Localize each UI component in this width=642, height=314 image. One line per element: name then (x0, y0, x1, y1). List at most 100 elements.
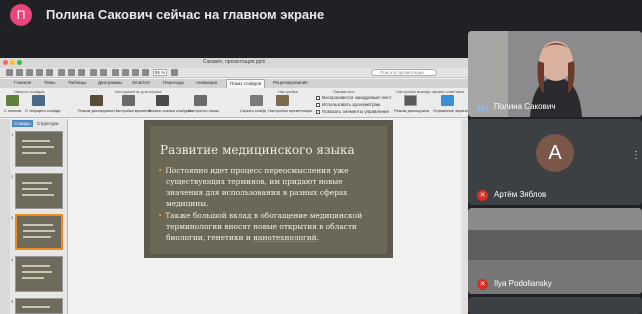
new-icon[interactable] (6, 69, 13, 76)
group-label: Параметры (333, 89, 355, 94)
redo-icon[interactable] (100, 69, 107, 76)
paste-icon[interactable] (78, 69, 85, 76)
slide-thumbnail[interactable] (15, 256, 63, 292)
thumb-text-line (22, 188, 48, 190)
thumb-number: 5 (11, 299, 14, 304)
bullet-line: медицины. (166, 199, 209, 208)
thumb-text-line (22, 194, 54, 196)
tab-outline[interactable]: Структура (35, 120, 60, 127)
record-icon[interactable] (156, 95, 169, 106)
grid-icon[interactable] (16, 69, 23, 76)
thumb-text-line (22, 146, 54, 148)
sidebar-strip (0, 119, 10, 314)
from-start-icon[interactable] (6, 95, 19, 106)
presenter-mode-icon[interactable] (90, 95, 103, 106)
custom-show-label: Настроить показ (188, 108, 219, 113)
tab-tables[interactable]: Таблицы (68, 80, 86, 85)
timings-label: Использовать хронометраж (322, 102, 380, 107)
media-icon[interactable] (142, 69, 149, 76)
thumb-text-line (22, 140, 50, 142)
thumb-text-line (23, 230, 55, 232)
thumb-number: 3 (11, 215, 14, 220)
open-icon[interactable] (26, 69, 33, 76)
tab-transitions[interactable]: Переходы (163, 80, 184, 85)
tab-themes[interactable]: Темы (44, 80, 55, 85)
voiceover-checkbox[interactable]: Воспроизвести закадровый текст (316, 95, 392, 100)
copy-icon[interactable] (68, 69, 75, 76)
bullet-line: значения для использования в разных сфер… (166, 188, 348, 197)
undo-icon[interactable] (90, 69, 97, 76)
group-label: Начало слайдов (14, 89, 45, 94)
more-options-icon[interactable]: ⋮ (631, 150, 641, 161)
thumb-text-line (22, 265, 50, 267)
help-icon[interactable] (171, 69, 178, 76)
zoom-field[interactable]: 95 % (153, 69, 167, 76)
mirror-label: Отражение экрана (433, 108, 468, 113)
bullet-line: существующих терминов, им придают новые (166, 177, 343, 186)
search-input[interactable]: Поиск в презентации (371, 69, 437, 76)
group-label: Инструменты для показа (115, 89, 162, 94)
group-label: Настройка (278, 89, 298, 94)
presenter-mode-label: Режим докладчика (78, 108, 114, 113)
presenter-banner-text: Полина Сакович сейчас на главном экране (46, 7, 325, 22)
mirror-icon[interactable] (441, 95, 454, 106)
bullet-text: Также большой вклад в обогащение медицин… (165, 211, 363, 220)
presenter-view-icon[interactable] (404, 95, 417, 106)
thumb-text-line (22, 306, 50, 308)
rehearse-icon[interactable] (122, 95, 135, 106)
group-label: Настройка вывода экрана советника (396, 89, 465, 94)
tab-smartart[interactable]: SmartArt (132, 80, 150, 85)
bullet-text: биологии, генетики и (166, 233, 254, 242)
window-titlebar: Сакович, презентация.pptx (0, 58, 468, 68)
bullet-icon: • (158, 211, 163, 220)
tab-slide-show[interactable]: Показ слайдов (226, 79, 265, 88)
table-icon[interactable] (112, 69, 119, 76)
timings-checkbox[interactable]: Использовать хронометраж (316, 102, 380, 107)
misspelled-word: нанотехнологий (253, 233, 317, 242)
from-start-label: С начала (4, 108, 22, 113)
print-icon[interactable] (46, 69, 53, 76)
participant-tile[interactable] (468, 297, 642, 314)
hide-slide-icon[interactable] (250, 95, 263, 106)
shapes-icon[interactable] (132, 69, 139, 76)
slide-thumbnail[interactable] (15, 131, 63, 167)
participant-avatar: А (536, 134, 574, 172)
tab-animation[interactable]: Анимация (196, 80, 217, 85)
slide-thumbnail[interactable] (15, 298, 63, 314)
bullet-text: Постоянно идет процесс переосмысления уж… (165, 166, 349, 175)
participant-tile[interactable]: А ✕ Артём Зяблов (468, 119, 642, 205)
controls-label: Показать элементы управления (322, 109, 389, 114)
participant-tile[interactable]: ▮▮▮ Полина Сакович (468, 31, 642, 117)
thumb-text-line (22, 182, 52, 184)
custom-show-icon[interactable] (194, 95, 207, 106)
record-label: Запись показа слайдов (148, 108, 192, 113)
from-current-icon[interactable] (32, 95, 45, 106)
tab-home[interactable]: Главная (14, 80, 31, 85)
participant-tile[interactable]: ✕ Ilya Podoliansky (468, 208, 642, 294)
presenter-view-label: Режим докладчика (394, 108, 430, 113)
setup-show-icon[interactable] (276, 95, 289, 106)
standard-toolbar: 95 % Поиск в презентации (0, 68, 468, 78)
setup-show-label: Настройка презентации (268, 108, 313, 113)
tab-review[interactable]: Рецензирование (273, 80, 308, 85)
cut-icon[interactable] (58, 69, 65, 76)
bullet-line: • Также большой вклад в обогащение медици… (158, 210, 362, 221)
presenter-avatar: П (10, 4, 32, 26)
bullet-line: • Постоянно идет процесс переосмысления у… (158, 165, 349, 176)
save-icon[interactable] (36, 69, 43, 76)
thumb-text-line (22, 152, 46, 154)
participant-name: Полина Сакович (494, 102, 556, 111)
participant-name: Артём Зяблов (494, 190, 547, 199)
thumb-text-line (22, 277, 44, 279)
slide-thumbnail[interactable] (15, 173, 63, 209)
vertical-scrollbar[interactable] (461, 119, 468, 314)
image-icon[interactable] (122, 69, 129, 76)
slide-thumbnail-selected[interactable] (15, 214, 63, 250)
controls-checkbox[interactable]: Показать элементы управления (316, 109, 389, 114)
tab-slides[interactable]: Слайды (12, 120, 33, 127)
window-title: Сакович, презентация.pptx (202, 59, 266, 65)
thumb-number: 4 (11, 257, 14, 262)
rehearse-label: Настройка времени (114, 108, 151, 113)
tab-charts[interactable]: Диаграммы (98, 80, 122, 85)
mic-off-icon: ✕ (477, 190, 488, 201)
